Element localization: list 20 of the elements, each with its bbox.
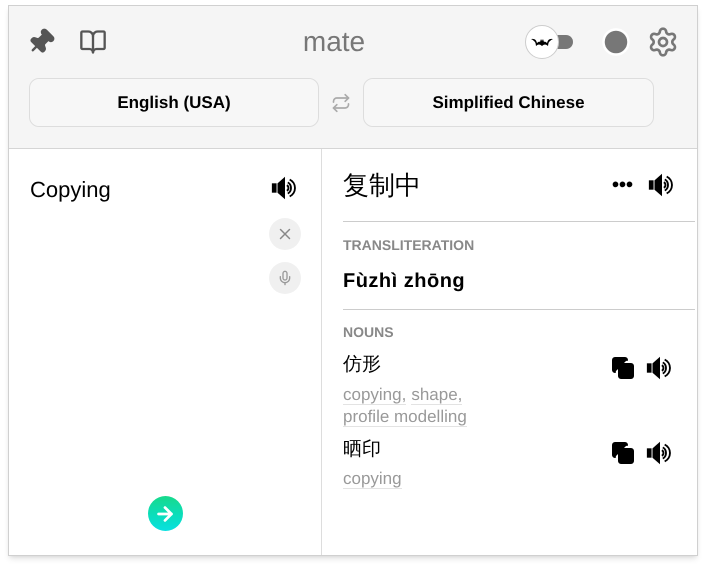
book-icon[interactable] bbox=[79, 28, 107, 56]
section-heading: NOUNS bbox=[343, 323, 395, 342]
source-language-button[interactable]: English (USA) bbox=[29, 78, 319, 127]
copy-icon[interactable] bbox=[611, 356, 635, 380]
clear-button[interactable] bbox=[269, 218, 301, 250]
section-heading: TRANSLITERATION bbox=[343, 236, 476, 255]
source-text[interactable]: Copying bbox=[30, 173, 111, 206]
microphone-button[interactable] bbox=[269, 262, 301, 294]
more-button[interactable]: ••• bbox=[612, 170, 633, 200]
copy-icon[interactable] bbox=[611, 440, 635, 464]
settings-icon[interactable] bbox=[647, 26, 679, 58]
word-text: 仿形 bbox=[343, 353, 382, 377]
word-text: 晒印 bbox=[343, 438, 382, 462]
theme-toggle[interactable] bbox=[525, 24, 573, 60]
target-language-button[interactable]: Simplified Chinese bbox=[363, 78, 654, 127]
app-title: mate bbox=[302, 25, 366, 59]
result-text: 复制中 bbox=[343, 168, 421, 202]
transliteration-text: Fùzhì zhōng bbox=[343, 269, 466, 294]
bat-icon bbox=[531, 37, 553, 47]
microphone-icon bbox=[277, 270, 293, 286]
